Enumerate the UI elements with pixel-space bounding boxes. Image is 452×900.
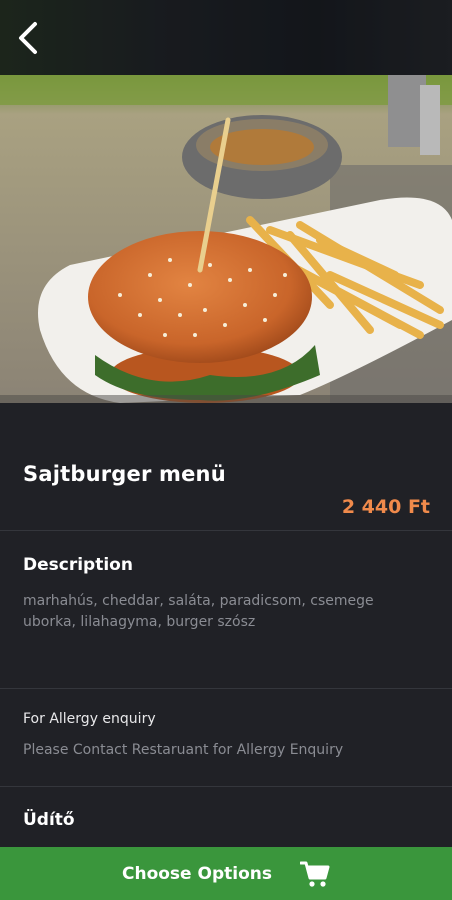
top-bar [0, 0, 452, 75]
description-heading: Description [23, 555, 133, 575]
choose-options-button[interactable]: Choose Options [0, 847, 452, 900]
top-bar-overlay [0, 0, 452, 75]
divider [0, 688, 452, 689]
description-text: marhahús, cheddar, saláta, paradicsom, c… [23, 593, 374, 630]
allergy-text: Please Contact Restaruant for Allergy En… [23, 742, 344, 758]
divider [0, 786, 452, 787]
back-arrow-icon [19, 22, 37, 54]
shopping-cart-icon [299, 861, 330, 887]
product-price: 2 440 Ft [341, 496, 430, 518]
divider [0, 530, 452, 531]
product-name: Sajtburger menü [23, 462, 226, 486]
choose-options-label: Choose Options [122, 863, 272, 884]
back-button[interactable] [10, 18, 46, 58]
allergy-heading: For Allergy enquiry [23, 711, 156, 727]
product-image [0, 75, 452, 403]
option-category-heading: Üdítő [23, 810, 75, 830]
